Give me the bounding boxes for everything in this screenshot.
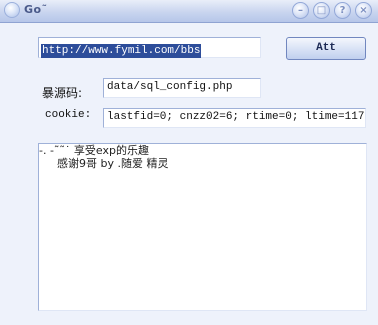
source-path-field[interactable]: data/sql_config.php <box>103 78 261 98</box>
source-path-label: 暴源码: <box>42 86 83 100</box>
close-icon[interactable]: × <box>355 2 372 19</box>
minimize-icon[interactable]: – <box>292 2 309 19</box>
title-bar[interactable]: Go˜ – □ ? × <box>0 0 378 23</box>
app-window: Go˜ – □ ? × http://www.fymil.com/bbs Att… <box>0 0 378 325</box>
cookie-label: cookie: <box>45 109 92 121</box>
cookie-field[interactable]: lastfid=0; cnzz02=6; rtime=0; ltime=1178… <box>103 108 366 128</box>
window-title: Go˜ <box>24 3 48 16</box>
output-textarea[interactable]: -. -˜˜˙ 享受exp的乐趣 感谢9哥 by .随爱 精灵 <box>38 143 367 311</box>
maximize-icon[interactable]: □ <box>313 2 330 19</box>
att-button[interactable]: Att <box>286 37 366 60</box>
url-input[interactable]: http://www.fymil.com/bbs <box>38 37 261 58</box>
output-line: -. -˜˜˙ 享受exp的乐趣 <box>39 144 149 157</box>
app-icon <box>4 2 20 18</box>
help-icon[interactable]: ? <box>334 2 351 19</box>
output-line: 感谢9哥 by .随爱 精灵 <box>57 157 169 170</box>
url-input-value: http://www.fymil.com/bbs <box>41 44 202 58</box>
